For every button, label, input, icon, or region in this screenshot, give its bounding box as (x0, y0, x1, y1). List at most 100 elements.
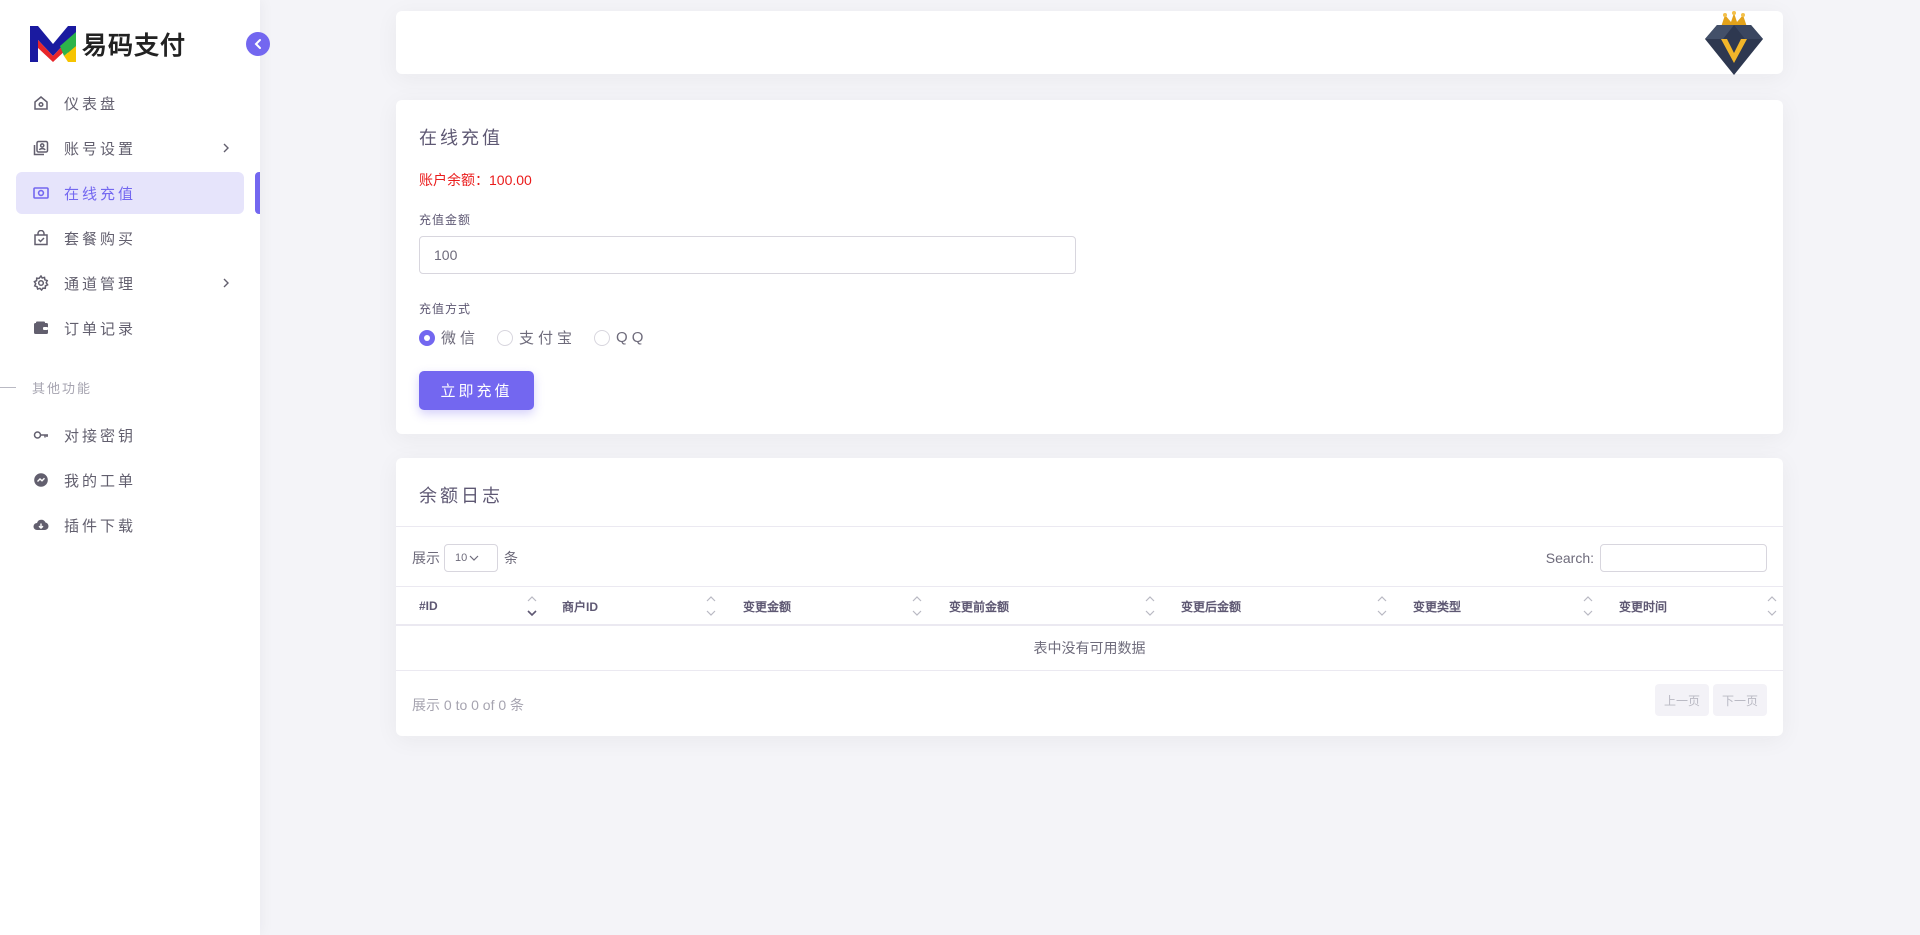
brand-name: 易码支付 (82, 31, 187, 60)
sidebar-item-account-settings[interactable]: 账号设置 (16, 127, 244, 169)
sidebar-item-label: 我的工单 (64, 472, 137, 490)
sidebar-collapse-button[interactable] (246, 32, 270, 56)
gear-icon (32, 274, 50, 292)
radio-label: QQ (616, 329, 648, 346)
brand-logo[interactable]: 易码支付 (30, 22, 186, 66)
prev-page-button[interactable]: 上一页 (1654, 684, 1709, 716)
recharge-amount-input[interactable]: 100 (419, 236, 1076, 274)
recharge-submit-button[interactable]: 立即充值 (419, 371, 534, 410)
chevron-right-icon (222, 141, 230, 159)
column-label: 变更类型 (1413, 599, 1462, 614)
sidebar-section-header: 其他功能 (0, 372, 92, 402)
radio-alipay[interactable]: 支付宝 (497, 327, 576, 348)
active-indicator (255, 172, 260, 214)
sidebar-item-channel-management[interactable]: 通道管理 (16, 262, 244, 304)
home-icon (32, 94, 50, 112)
radio-label: 微信 (441, 330, 480, 347)
sidebar-item-api-key[interactable]: 对接密钥 (16, 414, 244, 456)
brand-mark-icon (30, 26, 76, 62)
sort-icon (1145, 596, 1155, 616)
search-label: Search: (1545, 550, 1594, 566)
radio-wechat[interactable]: 微信 (419, 327, 479, 348)
sidebar-item-label: 对接密钥 (64, 427, 137, 445)
page-size-control: 展示 10 条 (412, 544, 518, 572)
shopping-bag-icon (32, 229, 50, 247)
column-label: 商户ID (562, 599, 599, 614)
sidebar-item-label: 仪表盘 (64, 95, 119, 113)
sidebar-item-my-tickets[interactable]: 我的工单 (16, 459, 244, 501)
user-card-icon (32, 139, 50, 157)
column-header-change-time[interactable]: 变更时间 (1619, 587, 1667, 625)
amount-label: 充值金额 (419, 213, 472, 227)
column-header-amount-after[interactable]: 变更后金额 (1181, 587, 1241, 625)
balance-log-card: 余额日志 展示 10 条 Search: #ID 商户ID 变更金额 变更前金额… (396, 458, 1783, 736)
column-label: #ID (419, 599, 438, 613)
empty-text: 表中没有可用数据 (1033, 640, 1146, 656)
radio-dot (497, 329, 514, 346)
sort-icon (1377, 596, 1387, 616)
chevron-left-icon (254, 39, 261, 49)
sidebar-item-label: 在线充值 (64, 185, 137, 203)
column-label: 变更金额 (743, 599, 792, 614)
column-header-merchant-id[interactable]: 商户ID (562, 587, 598, 625)
column-header-change-type[interactable]: 变更类型 (1413, 587, 1461, 625)
table-search: Search: (1546, 544, 1767, 572)
online-recharge-card: 在线充值 账户余额：100.00 充值金额 100 充值方式 微信 支付宝 QQ… (396, 100, 1783, 434)
vip-avatar[interactable] (1701, 11, 1767, 79)
radio-label: 支付宝 (519, 330, 577, 347)
sidebar-nav-other: 对接密钥 我的工单 插件下载 (16, 414, 244, 549)
show-suffix: 条 (504, 550, 518, 566)
sidebar-item-plugin-download[interactable]: 插件下载 (16, 504, 244, 546)
sidebar-item-label: 套餐购买 (64, 230, 137, 248)
search-input[interactable] (1600, 544, 1767, 572)
sidebar-item-order-records[interactable]: 订单记录 (16, 307, 244, 349)
sort-icon (912, 596, 922, 616)
column-label: 变更时间 (1619, 599, 1668, 614)
sidebar-item-label: 通道管理 (64, 275, 137, 293)
chevron-down-icon (469, 555, 479, 561)
recharge-title: 在线充值 (419, 128, 503, 148)
pagination: 上一页 下一页 (1651, 684, 1767, 716)
chevron-right-icon (222, 276, 230, 294)
column-header-id[interactable]: #ID (419, 587, 438, 625)
sidebar: 易码支付 仪表盘 账号设置 在线充值 套餐购买 通道管理 订单记录 其他功能 对… (0, 0, 260, 935)
vip-crown-icon (1705, 11, 1763, 75)
column-label: 变更后金额 (1181, 599, 1242, 614)
method-label: 充值方式 (419, 302, 472, 316)
cash-icon (32, 184, 50, 202)
card-divider (396, 526, 1783, 527)
sort-icon (1583, 596, 1593, 616)
column-label: 变更前金额 (949, 599, 1010, 614)
radio-qq[interactable]: QQ (594, 329, 647, 346)
column-header-change-amount[interactable]: 变更金额 (743, 587, 791, 625)
log-title: 余额日志 (419, 486, 503, 506)
payment-method-group: 微信 支付宝 QQ (419, 327, 665, 348)
radio-dot (419, 329, 435, 346)
page-size-select[interactable]: 10 (444, 544, 498, 572)
sidebar-item-online-recharge[interactable]: 在线充值 (16, 172, 244, 214)
wallet-icon (32, 319, 50, 337)
sort-icon (527, 596, 537, 617)
table-info: 展示 0 to 0 of 0 条 (412, 697, 525, 713)
show-prefix: 展示 (412, 550, 440, 566)
sidebar-nav: 仪表盘 账号设置 在线充值 套餐购买 通道管理 订单记录 (16, 82, 244, 352)
account-balance: 账户余额：100.00 (419, 172, 532, 188)
cloud-download-icon (32, 516, 50, 534)
sort-icon (706, 596, 716, 616)
sidebar-item-label: 订单记录 (64, 320, 137, 338)
chat-icon (32, 471, 50, 489)
page-size-value: 10 (455, 552, 468, 564)
sort-icon (1767, 596, 1777, 616)
next-page-button[interactable]: 下一页 (1712, 684, 1767, 716)
column-header-amount-before[interactable]: 变更前金额 (949, 587, 1009, 625)
top-navbar (396, 11, 1783, 75)
section-dash (0, 386, 16, 388)
sidebar-item-label: 插件下载 (64, 517, 137, 535)
sidebar-item-dashboard[interactable]: 仪表盘 (16, 82, 244, 124)
table-header: #ID 商户ID 变更金额 变更前金额 变更后金额 变更类型 变更时间 (396, 586, 1783, 626)
sidebar-item-label: 账号设置 (64, 140, 137, 158)
sidebar-item-package-purchase[interactable]: 套餐购买 (16, 217, 244, 259)
key-icon (32, 426, 50, 444)
radio-dot (594, 329, 611, 346)
table-empty-row: 表中没有可用数据 (396, 626, 1783, 671)
